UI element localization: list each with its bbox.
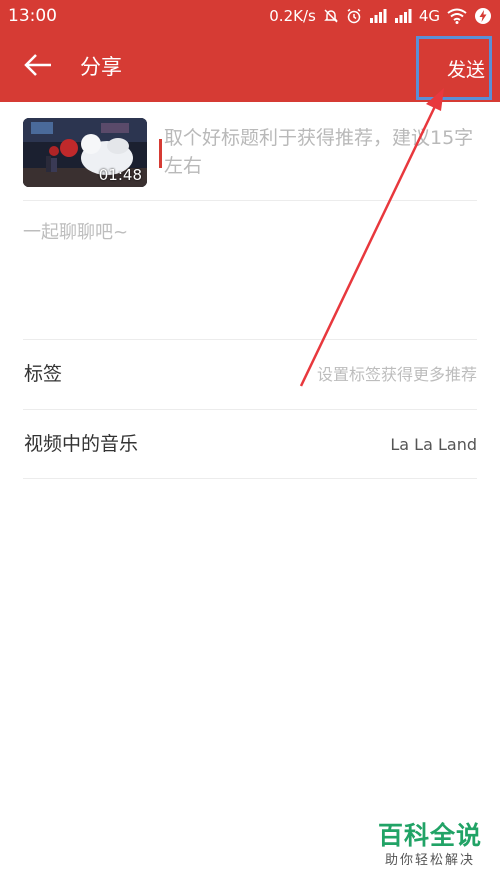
music-value: La La Land bbox=[390, 435, 477, 454]
back-button[interactable] bbox=[20, 52, 56, 82]
video-duration: 01:48 bbox=[98, 166, 142, 184]
back-arrow-icon bbox=[23, 53, 53, 81]
status-icons: 0.2K/s 4G bbox=[269, 5, 492, 27]
wifi-icon bbox=[447, 8, 467, 24]
nav-bar: 分享 发送 bbox=[0, 32, 500, 102]
comment-input[interactable]: 一起聊聊吧~ bbox=[23, 218, 128, 244]
divider bbox=[23, 200, 477, 201]
watermark-title: 百科全说 bbox=[377, 821, 482, 850]
status-time: 13:00 bbox=[8, 6, 57, 26]
watermark: 百科全说 助你轻松解决 bbox=[378, 820, 482, 870]
watermark-subtitle: 助你轻松解决 bbox=[384, 853, 475, 868]
title-input[interactable]: 取个好标题利于获得推荐，建议15字左右 bbox=[164, 124, 474, 180]
music-row[interactable]: 视频中的音乐 La La Land bbox=[0, 410, 500, 478]
page-title: 分享 bbox=[80, 55, 122, 79]
status-bar: 13:00 0.2K/s 4G bbox=[0, 0, 500, 32]
alarm-icon bbox=[346, 8, 362, 24]
tags-row[interactable]: 标签 设置标签获得更多推荐 bbox=[0, 340, 500, 408]
video-thumbnail[interactable]: 01:48 bbox=[23, 118, 147, 187]
network-type: 4G bbox=[418, 7, 440, 25]
mute-icon bbox=[323, 8, 339, 24]
tags-label: 标签 bbox=[24, 363, 63, 385]
signal-icon bbox=[369, 9, 387, 23]
signal-icon bbox=[394, 9, 412, 23]
network-speed: 0.2K/s bbox=[269, 7, 316, 25]
send-button-label: 发送 bbox=[446, 58, 485, 81]
divider bbox=[23, 478, 477, 479]
music-label: 视频中的音乐 bbox=[24, 433, 139, 455]
send-button[interactable]: 发送 bbox=[416, 36, 492, 100]
text-cursor bbox=[159, 139, 162, 168]
charging-icon bbox=[474, 7, 492, 25]
tags-value: 设置标签获得更多推荐 bbox=[316, 365, 477, 384]
